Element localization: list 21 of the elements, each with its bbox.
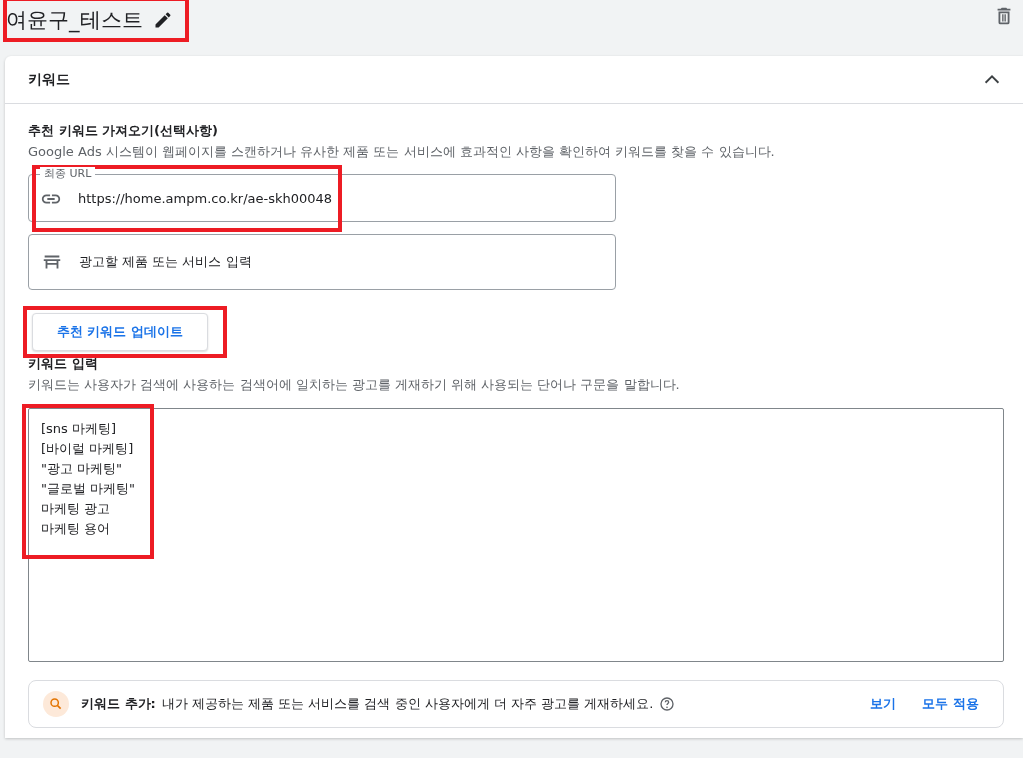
- keyword-line: "광고 마케팅": [41, 460, 124, 478]
- banner-link[interactable]: 보기: [870, 695, 897, 713]
- banner-link[interactable]: 모두 적용: [922, 695, 979, 713]
- keyword-line: "글로벌 마케팅": [41, 480, 136, 498]
- banner-label: 키워드 추가:: [81, 695, 156, 713]
- url-field[interactable]: 최종 URL https://home.ampm.co.kr/ae-skh00048: [28, 167, 616, 222]
- keyword-line: [sns 마케팅]: [41, 420, 118, 438]
- section-description: 키워드는 사용자가 검색에 사용하는 검색어에 일치하는 광고를 게재하기 위해 사용되는 단어나 구문을 말합니다.: [28, 376, 681, 394]
- keyword-line: 마케팅 광고: [41, 500, 112, 518]
- section-description: Google Ads 시스템이 웹페이지를 스캔하거나 유사한 제품 또는 서비스에 효과적인 사항을 확인하여 키워드를 찾을 수 있습니다.: [28, 143, 776, 161]
- update-keywords-button[interactable]: 추천 키워드 업데이트: [32, 313, 208, 351]
- search-icon: [43, 691, 69, 717]
- keyword-line: 마케팅 용어: [41, 520, 112, 538]
- section-heading: 추천 키워드 가져오기(선택사항): [28, 122, 219, 140]
- keyword-line: [바이럴 마케팅]: [41, 440, 135, 458]
- campaign-title: 여윤구_테스트: [6, 7, 143, 34]
- banner-text: 내가 제공하는 제품 또는 서비스를 검색 중인 사용자에게 더 자주 광고를 게재하세요.: [161, 695, 654, 713]
- section-heading: 키워드 입력: [28, 355, 99, 373]
- card-title: 키워드: [28, 70, 70, 89]
- help-icon[interactable]: [659, 696, 676, 712]
- product-field[interactable]: 광고할 제품 또는 서비스 입력: [28, 234, 616, 290]
